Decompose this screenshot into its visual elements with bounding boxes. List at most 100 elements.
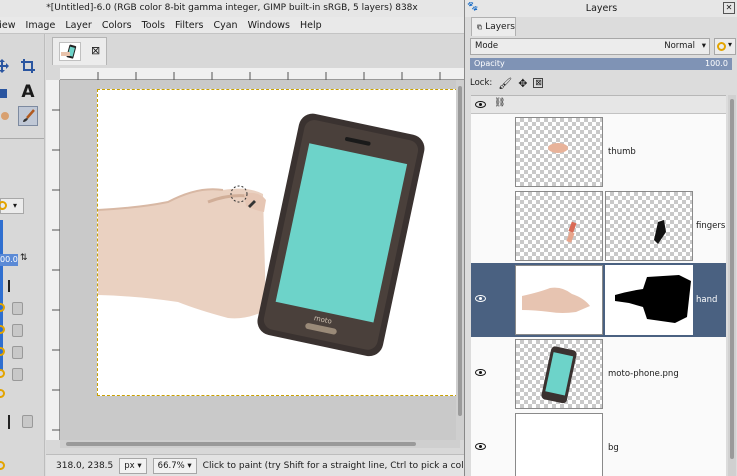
menu-colors[interactable]: Colors xyxy=(97,17,137,34)
image-canvas[interactable]: moto xyxy=(97,89,463,396)
layer-name[interactable]: fingers xyxy=(696,221,725,231)
layer-thumbnail xyxy=(515,339,603,409)
composite-icon xyxy=(717,42,726,51)
text-tool-icon[interactable]: A xyxy=(18,82,38,102)
layer-row[interactable]: fingers xyxy=(471,189,726,263)
option-row xyxy=(0,414,44,430)
option-row xyxy=(0,322,44,338)
link-toggle[interactable] xyxy=(12,368,23,381)
layer-list-header: ⛓ xyxy=(471,96,726,114)
composite-mode-button[interactable]: ▾ xyxy=(714,38,736,55)
horizontal-scrollbar-thumb[interactable] xyxy=(66,442,416,446)
spin-icon[interactable]: ⇅ xyxy=(20,250,28,266)
layers-icon xyxy=(477,24,482,30)
lock-pixels-icon[interactable]: 🖌 xyxy=(498,77,512,90)
smudge-tool-icon[interactable] xyxy=(0,106,12,126)
opacity-fill xyxy=(470,58,732,70)
lock-position-icon[interactable]: ✥ xyxy=(518,77,527,90)
lock-label: Lock: xyxy=(470,78,493,88)
layer-thumbnail xyxy=(515,265,603,335)
layer-row[interactable]: thumb xyxy=(471,115,726,189)
vertical-scrollbar[interactable] xyxy=(456,80,464,440)
opacity-value: 100.0 xyxy=(705,59,728,68)
option-row xyxy=(0,278,44,294)
layer-list: ⛓ thumb fingers hand moto-phone.png bg xyxy=(471,95,726,476)
layer-name[interactable]: hand xyxy=(696,295,717,305)
zoom-select[interactable]: 66.7% ▾ xyxy=(152,457,197,474)
dynamics-icon xyxy=(0,201,7,210)
layers-tab-label: Layers xyxy=(485,22,515,32)
menu-image[interactable]: Image xyxy=(21,17,61,34)
menu-tools[interactable]: Tools xyxy=(137,17,170,34)
visibility-eye-icon[interactable] xyxy=(475,295,486,302)
visibility-header-icon xyxy=(475,101,486,108)
option-row xyxy=(0,458,44,474)
paint-bucket-icon[interactable] xyxy=(0,82,12,102)
lock-row: Lock: 🖌 ✥ ⊠ xyxy=(470,75,544,91)
pointer-coordinates: 318.0, 238.5 xyxy=(56,460,114,471)
opacity-label: Opacity xyxy=(474,59,505,68)
link-toggle[interactable] xyxy=(12,346,23,359)
layers-window: Layers 🐾 ✕ Layers Mode Normal ▾ ▾ Opacit… xyxy=(464,0,737,476)
image-window: *[Untitled]-6.0 (RGB color 8-bit gamma i… xyxy=(0,0,476,476)
image-tab[interactable]: ⊠ xyxy=(52,37,107,65)
size-field[interactable]: 00.0 xyxy=(0,254,18,266)
move-tool-icon[interactable] xyxy=(0,56,12,76)
layer-mask-thumbnail xyxy=(605,265,693,335)
option-row xyxy=(0,366,44,382)
horizontal-ruler xyxy=(60,68,464,80)
canvas-artwork: moto xyxy=(98,113,425,357)
crop-tool-icon[interactable] xyxy=(18,56,38,76)
menu-cyan[interactable]: Cyan xyxy=(208,17,242,34)
layer-thumbnail xyxy=(515,413,603,476)
mode-value: Normal xyxy=(664,41,695,51)
vertical-scrollbar-thumb[interactable] xyxy=(458,86,462,416)
link-toggle[interactable] xyxy=(12,324,23,337)
menu-filters[interactable]: Filters xyxy=(170,17,208,34)
statusbar: 318.0, 238.5 px ▾ 66.7% ▾ Click to paint… xyxy=(46,454,476,476)
layer-thumbnail xyxy=(515,191,603,261)
phone-shape: moto xyxy=(257,113,425,357)
unit-select[interactable]: px ▾ xyxy=(119,457,147,474)
reset-button[interactable] xyxy=(22,415,33,428)
brush-selector[interactable]: ▾ xyxy=(0,198,24,214)
mode-label: Mode xyxy=(475,41,499,51)
link-toggle[interactable] xyxy=(12,302,23,315)
layer-name[interactable]: moto-phone.png xyxy=(608,369,679,379)
vertical-ruler xyxy=(46,80,60,440)
toolbox: A ▾ 00.0 ⇅ xyxy=(0,34,45,476)
chevron-down-icon: ▾ xyxy=(13,201,18,210)
menu-help[interactable]: Help xyxy=(295,17,327,34)
visibility-eye-icon[interactable] xyxy=(475,443,486,450)
mode-select[interactable]: Mode Normal ▾ xyxy=(470,38,710,55)
layer-name[interactable]: bg xyxy=(608,443,619,453)
gimp-logo-icon: 🐾 xyxy=(467,2,479,12)
layer-row-active[interactable]: hand xyxy=(471,263,726,337)
layers-scrollbar-thumb[interactable] xyxy=(730,99,734,459)
close-icon[interactable]: ⊠ xyxy=(91,44,100,57)
layer-mask-thumbnail xyxy=(605,191,693,261)
status-message: Click to paint (try Shift for a straight… xyxy=(202,460,477,471)
menu-view[interactable]: View xyxy=(0,17,21,34)
lock-alpha-icon[interactable]: ⊠ xyxy=(533,78,544,88)
option-row xyxy=(0,300,44,316)
image-tab-thumbnail xyxy=(59,42,81,61)
window-title: *[Untitled]-6.0 (RGB color 8-bit gamma i… xyxy=(0,0,464,17)
layers-window-title: Layers xyxy=(465,0,737,17)
paintbrush-tool-icon[interactable] xyxy=(18,106,38,126)
layers-scrollbar[interactable] xyxy=(728,95,736,476)
menu-layer[interactable]: Layer xyxy=(60,17,97,34)
window-close-icon[interactable]: ✕ xyxy=(723,2,735,14)
menubar: View Image Layer Colors Tools Filters Cy… xyxy=(0,17,464,34)
menu-windows[interactable]: Windows xyxy=(243,17,295,34)
toolbox-divider xyxy=(0,138,44,139)
layer-row[interactable]: bg xyxy=(471,411,726,476)
layers-tab[interactable]: Layers xyxy=(471,17,516,36)
layer-thumbnail xyxy=(515,117,603,187)
chain-header-icon: ⛓ xyxy=(494,98,506,108)
chevron-down-icon: ▾ xyxy=(728,40,733,49)
layer-row[interactable]: moto-phone.png xyxy=(471,337,726,411)
visibility-eye-icon[interactable] xyxy=(475,369,486,376)
option-row xyxy=(0,344,44,360)
layer-name[interactable]: thumb xyxy=(608,147,636,157)
